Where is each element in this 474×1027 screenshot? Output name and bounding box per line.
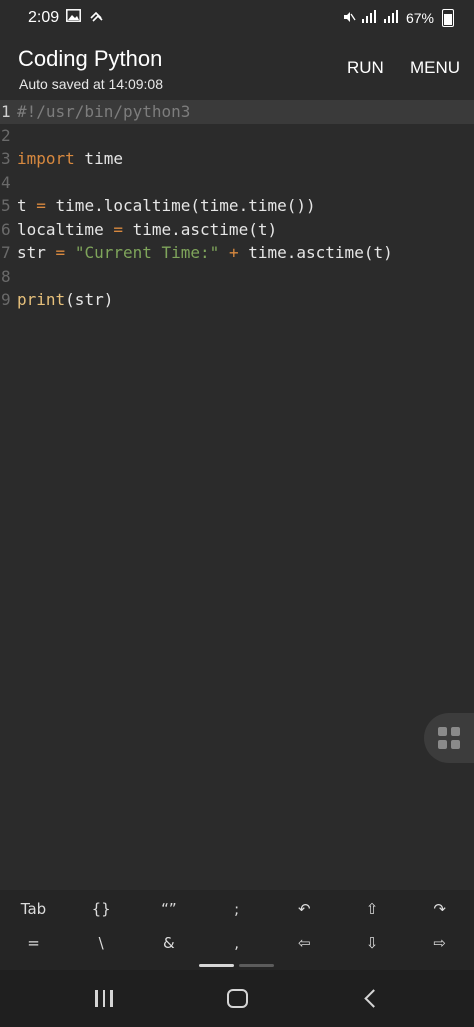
symbol-key[interactable]: {} <box>68 892 135 926</box>
gallery-icon <box>66 9 81 26</box>
line-code: print(str) <box>17 288 113 312</box>
sync-icon <box>89 9 104 26</box>
code-line[interactable]: 7 str = "Current Time:" + time.asctime(t) <box>0 241 474 265</box>
line-code: import time <box>17 147 123 171</box>
symbol-key[interactable]: = <box>0 926 67 960</box>
code-token: + <box>228 243 239 262</box>
line-number: 1 <box>1 102 11 121</box>
symbol-key[interactable]: ↶ <box>271 892 338 926</box>
symbol-key[interactable]: \ <box>68 926 135 960</box>
cell-signal-icon <box>383 10 400 26</box>
code-token: time.asctime(t) <box>238 243 393 262</box>
code-editor[interactable]: 1 #!/usr/bin/python3 2 3 import time 4 5 t = ti… <box>0 100 474 890</box>
code-token: = <box>113 219 123 239</box>
code-line[interactable]: 8 <box>0 265 474 289</box>
code-token: time.asctime(t) <box>122 219 278 239</box>
line-number: 4 <box>1 172 11 192</box>
home-button[interactable] <box>197 970 277 1027</box>
symbol-key[interactable]: ⇩ <box>339 926 406 960</box>
symbol-key[interactable]: & <box>135 926 202 960</box>
battery-icon <box>442 9 454 27</box>
code-token: t <box>17 196 37 215</box>
code-token: = <box>36 196 46 215</box>
status-time: 2:09 <box>28 9 60 26</box>
line-number: 2 <box>1 125 11 145</box>
line-number: 5 <box>1 196 11 215</box>
run-button[interactable]: RUN <box>347 58 384 78</box>
menu-button[interactable]: MENU <box>410 58 460 78</box>
battery-percent: 67% <box>405 10 434 26</box>
code-token: localtime <box>17 219 114 239</box>
code-token: time.localtime(time.time()) <box>45 196 316 215</box>
autosave-status: Auto saved at 14:09:08 <box>19 76 163 92</box>
symbol-key[interactable]: ; <box>203 892 270 926</box>
page-indicator-active <box>199 964 234 967</box>
symbol-key[interactable]: ↷ <box>406 892 473 926</box>
code-token: time <box>74 149 123 168</box>
line-number: 7 <box>1 243 11 262</box>
recent-apps-button[interactable] <box>64 970 144 1027</box>
code-token: import <box>17 149 75 168</box>
app-title: Coding Python <box>18 46 163 71</box>
recent-apps-icon <box>95 990 113 1007</box>
symbol-key[interactable]: , <box>203 926 270 960</box>
symbol-key[interactable]: ⇨ <box>406 926 473 960</box>
page-indicator-inactive <box>239 964 274 967</box>
code-line[interactable]: 2 <box>0 124 474 148</box>
line-number: 3 <box>1 149 11 168</box>
line-code: str = "Current Time:" + time.asctime(t) <box>17 241 393 265</box>
symbol-key[interactable]: Tab <box>0 892 67 926</box>
symbol-row-2: = \ &, ⇦ ⇩ ⇨ <box>0 926 474 960</box>
system-nav-bar <box>0 970 474 1027</box>
code-token: print <box>17 290 66 309</box>
code-token: str <box>17 243 56 262</box>
line-code: #!/usr/bin/python3 <box>17 100 190 124</box>
home-icon <box>226 989 248 1008</box>
symbol-keyboard: Tab{} “”; ↶ ⇧ ↷ = \ &, ⇦ ⇩ ⇨ <box>0 890 474 970</box>
symbol-key[interactable]: ⇧ <box>339 892 406 926</box>
code-line[interactable]: 3 import time <box>0 147 474 171</box>
back-button[interactable] <box>330 970 410 1027</box>
symbol-row-1: Tab{} “”; ↶ ⇧ ↷ <box>0 892 474 926</box>
line-number: 8 <box>1 266 11 286</box>
quick-actions-button[interactable] <box>424 713 474 763</box>
code-token: "Current Time:" <box>74 243 220 262</box>
symbol-key[interactable]: “” <box>135 892 202 926</box>
line-code: localtime = time.asctime(t) <box>17 218 277 242</box>
code-token: #!/usr/bin/python3 <box>17 102 191 121</box>
status-bar: 2:09 67% <box>0 0 474 36</box>
code-line[interactable]: 6 localtime = time.asctime(t) <box>0 218 474 242</box>
screen: 2:09 67% Coding Python Auto saved at 14:… <box>0 0 474 1027</box>
app-bar: Coding Python Auto saved at 14:09:08 RUN… <box>0 36 474 100</box>
code-line[interactable]: 5t = time.localtime(time.time()) <box>0 194 474 218</box>
back-icon <box>363 989 383 1008</box>
code-token: (str) <box>65 290 114 309</box>
line-number: 9 <box>1 290 11 309</box>
code-token: = <box>55 243 66 262</box>
grid-icon <box>438 727 460 749</box>
wifi-signal-icon <box>361 10 378 26</box>
code-line[interactable]: 9 print(str) <box>0 288 474 312</box>
symbol-key[interactable]: ⇦ <box>271 926 338 960</box>
code-line[interactable]: 1 #!/usr/bin/python3 <box>0 100 474 124</box>
code-line[interactable]: 4 <box>0 171 474 195</box>
line-number: 6 <box>1 219 11 239</box>
line-code: t = time.localtime(time.time()) <box>17 194 316 218</box>
mute-icon <box>342 10 356 27</box>
